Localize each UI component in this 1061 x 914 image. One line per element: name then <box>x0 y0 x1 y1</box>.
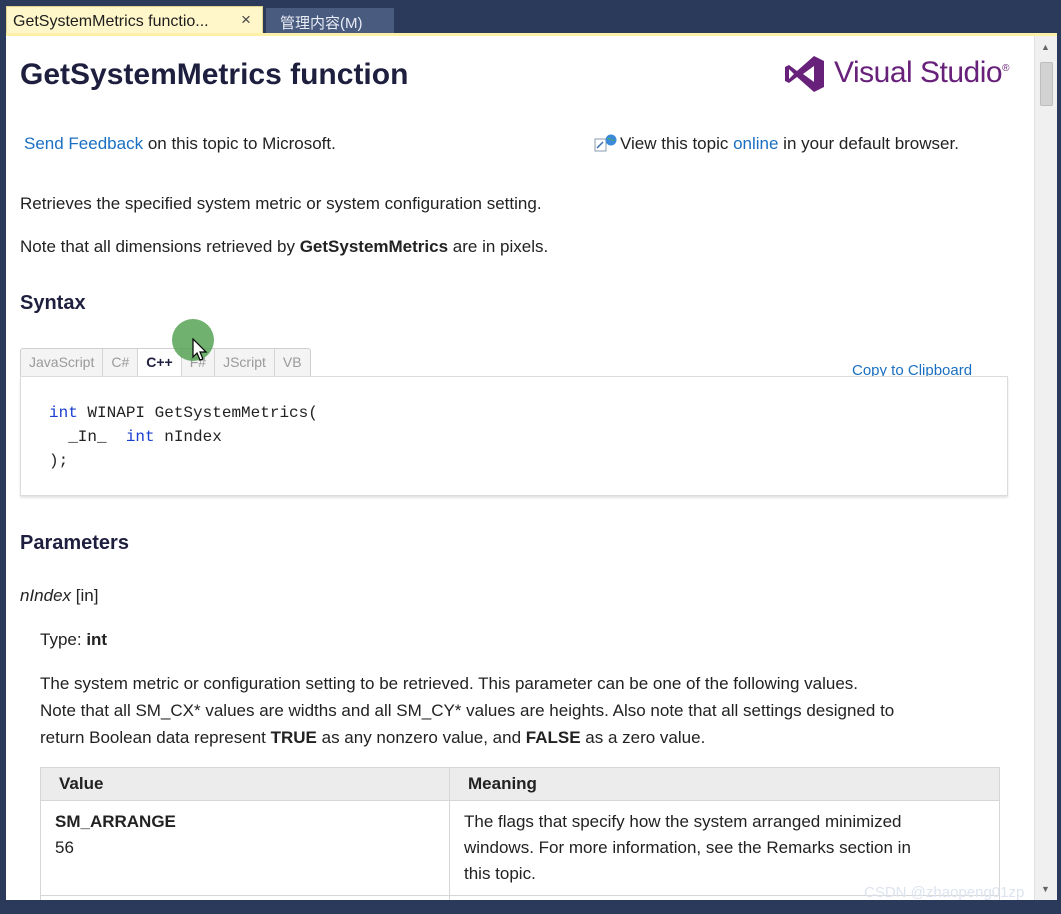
scroll-down-icon[interactable]: ▼ <box>1041 884 1050 894</box>
online-text-pre: View this topic <box>620 134 734 153</box>
code-block: int WINAPI GetSystemMetrics( _In_ int nI… <box>20 376 1008 496</box>
meaning-cell: The flags that specify how the system ar… <box>449 800 1000 896</box>
feedback-text: on this topic to Microsoft. <box>143 134 336 153</box>
param-name: nIndex [in] <box>20 586 99 605</box>
value-cell: SM_ARRANGE 56 <box>40 800 450 896</box>
syntax-heading: Syntax <box>20 292 86 314</box>
visual-studio-logo: Visual Studio® <box>784 54 1034 96</box>
globe-icon <box>594 134 620 152</box>
tab-csharp[interactable]: C# <box>103 349 139 377</box>
mouse-pointer-icon <box>192 338 208 361</box>
tab-manage-content[interactable]: 管理内容(M) <box>266 8 394 33</box>
intro-summary: Retrieves the specified system metric or… <box>20 194 542 213</box>
parameters-heading: Parameters <box>20 532 129 554</box>
document-tab-strip: GetSystemMetrics functio... × 管理内容(M) <box>0 0 1061 35</box>
close-icon[interactable]: × <box>241 10 251 30</box>
column-header-value: Value <box>40 767 450 801</box>
table-row: SM_ARRANGE 56 The flags that specify how… <box>40 800 1000 896</box>
intro-note: Note that all dimensions retrieved by Ge… <box>20 237 549 256</box>
logo-text: Visual Studio® <box>834 56 1009 89</box>
vertical-scrollbar[interactable]: ▲ ▼ <box>1034 36 1057 900</box>
param-desc-line3: return Boolean data represent TRUE as an… <box>40 728 706 747</box>
tab-javascript[interactable]: JavaScript <box>21 349 104 377</box>
tab-jscript[interactable]: JScript <box>215 349 275 377</box>
param-desc-line1: The system metric or configuration setti… <box>40 674 858 693</box>
values-table: Value Meaning SM_ARRANGE 56 The flags th… <box>40 767 1000 900</box>
tab-cpp[interactable]: C++ <box>138 349 182 377</box>
table-header-row: Value Meaning <box>40 767 1000 801</box>
column-header-meaning: Meaning <box>449 767 1000 801</box>
online-link[interactable]: online <box>733 134 778 153</box>
send-feedback-link[interactable]: Send Feedback <box>24 134 143 153</box>
feedback-line: Send Feedback on this topic to Microsoft… <box>24 134 336 154</box>
tab-vb[interactable]: VB <box>275 349 310 377</box>
param-desc-line2: Note that all SM_CX* values are widths a… <box>40 701 895 720</box>
scroll-up-icon[interactable]: ▲ <box>1041 42 1050 52</box>
visual-studio-icon <box>785 56 824 92</box>
tab-label: GetSystemMetrics functio... <box>13 13 209 30</box>
code-text: int WINAPI GetSystemMetrics( _In_ int nI… <box>49 404 318 470</box>
constant-value: 56 <box>55 838 74 857</box>
watermark: CSDN @zhaopeng01zp <box>864 884 1025 901</box>
page-title: GetSystemMetrics function <box>20 58 409 91</box>
param-type: Type: int <box>40 630 108 649</box>
help-viewer: GetSystemMetrics function Visual Studio®… <box>6 36 1057 900</box>
scroll-thumb[interactable] <box>1040 62 1053 106</box>
tab-label: 管理内容(M) <box>280 15 363 32</box>
constant-name: SM_ARRANGE <box>55 812 176 831</box>
language-tabs: JavaScript C# C++ F# JScript VB <box>20 348 311 377</box>
table-row <box>40 895 1000 900</box>
online-line: View this topic online in your default b… <box>594 134 959 154</box>
online-text-post: in your default browser. <box>778 134 959 153</box>
tab-getsystemmetrics[interactable]: GetSystemMetrics functio... × <box>6 6 263 35</box>
